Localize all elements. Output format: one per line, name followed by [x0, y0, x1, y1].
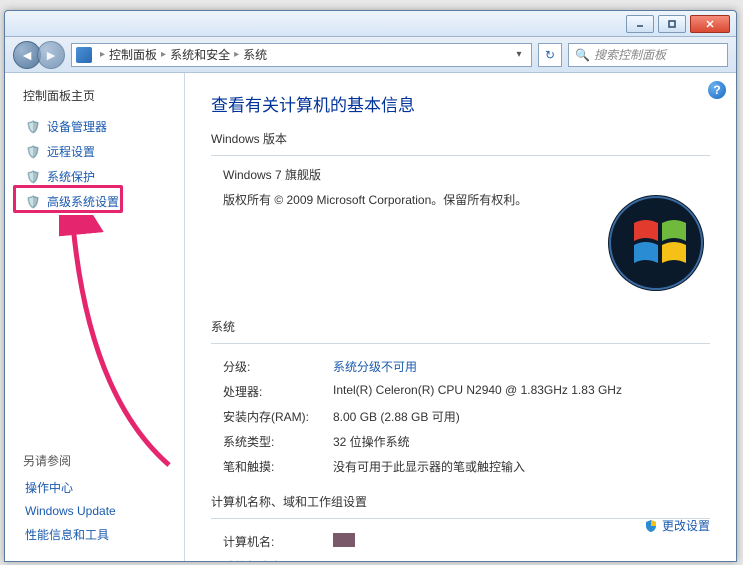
shield-icon: 🛡️	[25, 194, 41, 210]
shield-icon	[644, 519, 658, 533]
sidebar-link-device-manager[interactable]: 🛡️ 设备管理器	[23, 114, 176, 139]
name-section: 计算机名称、域和工作组设置 更改设置 计算机名: 计算机全名: 计算机描述: 工…	[211, 493, 710, 561]
breadcrumb-item[interactable]: 系统和安全	[170, 46, 230, 63]
kv-ram: 安装内存(RAM):8.00 GB (2.88 GB 可用)	[211, 404, 710, 429]
nav-buttons: ◄ ►	[13, 41, 65, 69]
sidebar-link-windows-update[interactable]: Windows Update	[23, 500, 176, 522]
titlebar	[5, 11, 736, 37]
sidebar-related-title: 另请参阅	[23, 452, 176, 469]
search-placeholder: 搜索控制面板	[594, 46, 666, 63]
kv-pen: 笔和触摸:没有可用于此显示器的笔或触控输入	[211, 454, 710, 479]
windows-edition: Windows 7 旗舰版	[223, 166, 710, 183]
body: 控制面板主页 🛡️ 设备管理器 🛡️ 远程设置 🛡️ 系统保护 🛡️ 高级系统设…	[5, 73, 736, 561]
divider	[211, 343, 710, 344]
divider	[211, 155, 710, 156]
kv-cpu: 处理器:Intel(R) Celeron(R) CPU N2940 @ 1.83…	[211, 379, 710, 404]
sidebar-link-label: 远程设置	[47, 143, 95, 160]
breadcrumb-dropdown[interactable]: ▾	[511, 49, 527, 60]
system-section: 系统 分级:系统分级不可用 处理器:Intel(R) Celeron(R) CP…	[211, 318, 710, 479]
breadcrumb-item[interactable]: 系统	[243, 46, 267, 63]
shield-icon: 🛡️	[25, 144, 41, 160]
kv-full-name: 计算机全名:	[211, 554, 710, 561]
sidebar-link-system-protection[interactable]: 🛡️ 系统保护	[23, 164, 176, 189]
search-icon: 🔍	[575, 48, 590, 62]
change-settings-link[interactable]: 更改设置	[644, 517, 710, 534]
maximize-button[interactable]	[658, 15, 686, 33]
kv-rating: 分级:系统分级不可用	[211, 354, 710, 379]
rating-link[interactable]: 系统分级不可用	[333, 358, 710, 375]
chevron-right-icon: ▸	[161, 49, 166, 60]
sidebar: 控制面板主页 🛡️ 设备管理器 🛡️ 远程设置 🛡️ 系统保护 🛡️ 高级系统设…	[5, 73, 185, 561]
sidebar-link-label: Windows Update	[25, 504, 116, 518]
sidebar-title: 控制面板主页	[23, 87, 176, 104]
section-header-name: 计算机名称、域和工作组设置	[211, 493, 710, 510]
breadcrumb-item[interactable]: 控制面板	[109, 46, 157, 63]
chevron-right-icon: ▸	[234, 49, 239, 60]
sidebar-link-label: 操作中心	[25, 479, 73, 496]
breadcrumb[interactable]: ▸ 控制面板 ▸ 系统和安全 ▸ 系统 ▾	[71, 43, 532, 67]
control-panel-icon	[76, 47, 92, 63]
shield-icon: 🛡️	[25, 119, 41, 135]
system-window: ◄ ► ▸ 控制面板 ▸ 系统和安全 ▸ 系统 ▾ ↻ 🔍 搜索控制面板 控制面…	[4, 10, 737, 562]
content: ? 查看有关计算机的基本信息 Windows 版本 Windows 7 旗舰版 …	[185, 73, 736, 561]
section-header-edition: Windows 版本	[211, 130, 710, 147]
sidebar-link-performance[interactable]: 性能信息和工具	[23, 522, 176, 547]
sidebar-link-label: 高级系统设置	[47, 193, 119, 210]
address-bar: ◄ ► ▸ 控制面板 ▸ 系统和安全 ▸ 系统 ▾ ↻ 🔍 搜索控制面板	[5, 37, 736, 73]
kv-computer-name: 计算机名:	[211, 529, 710, 554]
minimize-button[interactable]	[626, 15, 654, 33]
sidebar-link-action-center[interactable]: 操作中心	[23, 475, 176, 500]
section-header-system: 系统	[211, 318, 710, 335]
divider	[211, 518, 710, 519]
close-button[interactable]	[690, 15, 730, 33]
forward-button[interactable]: ►	[37, 41, 65, 69]
sidebar-link-remote-settings[interactable]: 🛡️ 远程设置	[23, 139, 176, 164]
sidebar-link-label: 性能信息和工具	[25, 526, 109, 543]
sidebar-link-label: 系统保护	[47, 168, 95, 185]
page-title: 查看有关计算机的基本信息	[211, 91, 710, 116]
windows-logo-icon	[606, 193, 706, 293]
chevron-right-icon: ▸	[100, 49, 105, 60]
search-input[interactable]: 🔍 搜索控制面板	[568, 43, 728, 67]
sidebar-link-label: 设备管理器	[47, 118, 107, 135]
refresh-button[interactable]: ↻	[538, 43, 562, 67]
redacted-swatch	[333, 533, 355, 547]
kv-type: 系统类型:32 位操作系统	[211, 429, 710, 454]
sidebar-link-advanced-settings[interactable]: 🛡️ 高级系统设置	[23, 189, 176, 214]
shield-icon: 🛡️	[25, 169, 41, 185]
help-icon[interactable]: ?	[708, 81, 726, 99]
sidebar-related: 另请参阅 操作中心 Windows Update 性能信息和工具	[23, 452, 176, 547]
